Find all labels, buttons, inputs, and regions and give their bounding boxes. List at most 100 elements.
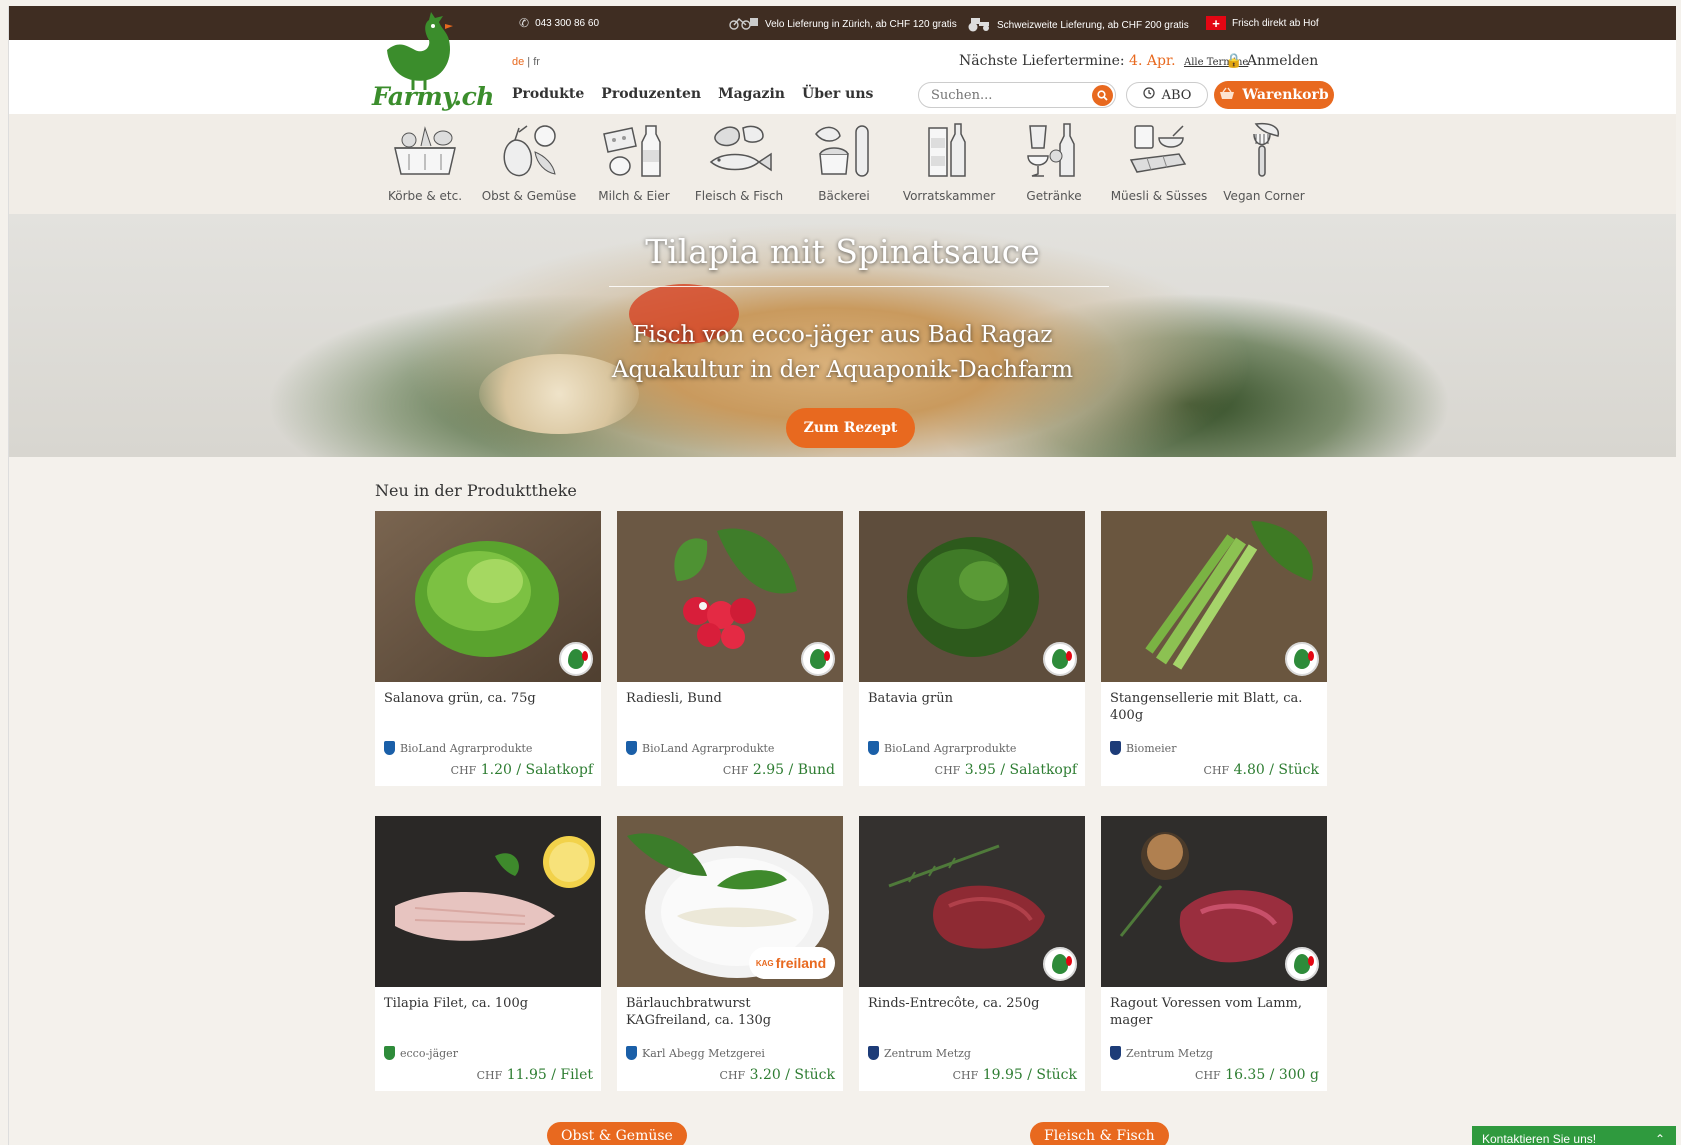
muesli-sweets-icon: [1129, 125, 1187, 173]
phone-info[interactable]: ✆ 043 300 86 60: [519, 16, 599, 30]
category-label: Getränke: [1026, 189, 1082, 203]
cart-button[interactable]: Warenkorb: [1214, 81, 1334, 109]
category-koerbe[interactable]: Körbe & etc.: [375, 120, 475, 203]
product-card[interactable]: Stangensellerie mit Blatt, ca. 400g Biom…: [1101, 511, 1327, 786]
hero-subtitle-2: Aquakultur in der Aquaponik-Dachfarm: [611, 357, 1074, 383]
product-card[interactable]: Rinds-Entrecôte, ca. 250g Zentrum Metzg …: [859, 816, 1085, 1091]
product-name[interactable]: Rinds-Entrecôte, ca. 250g: [868, 995, 1078, 1012]
product-producer[interactable]: ecco-jäger: [384, 1046, 458, 1060]
category-getraenke[interactable]: Getränke: [1004, 120, 1104, 203]
product-producer[interactable]: BioLand Agrarprodukte: [384, 741, 532, 755]
product-name[interactable]: Ragout Voressen vom Lamm, mager: [1110, 995, 1320, 1029]
login-label: Anmelden: [1246, 53, 1319, 69]
category-bar: Körbe & etc. Obst & Gemüse Milch & Eier: [9, 114, 1676, 214]
product-card[interactable]: Ragout Voressen vom Lamm, mager Zentrum …: [1101, 816, 1327, 1091]
logo-text[interactable]: Farmy.ch: [372, 82, 494, 111]
category-vorratskammer[interactable]: Vorratskammer: [899, 120, 999, 203]
product-price: CHF 4.80 / Stück: [1204, 762, 1319, 778]
product-producer[interactable]: BioLand Agrarprodukte: [868, 741, 1016, 755]
swiss-flag-icon: +: [1206, 16, 1226, 30]
lang-de[interactable]: de: [512, 56, 524, 68]
price-currency: CHF: [934, 764, 961, 777]
nav-produkte[interactable]: Produkte: [512, 86, 584, 102]
category-mueesli-suesses[interactable]: Müesli & Süsses: [1109, 120, 1209, 203]
nav-ueber-uns[interactable]: Über uns: [802, 86, 873, 102]
main-nav: Produkte Produzenten Magazin Über uns: [512, 86, 873, 102]
producer-name: Zentrum Metzg: [884, 1046, 971, 1060]
kag-prefix: KAG: [755, 958, 774, 968]
swiss-delivery-text: Schweizweite Lieferung, ab CHF 200 grati…: [997, 20, 1189, 31]
abo-label: ABO: [1161, 87, 1192, 103]
hero-banner: Tilapia mit Spinatsauce Fisch von ecco-j…: [9, 214, 1676, 457]
recipe-button[interactable]: Zum Rezept: [786, 408, 915, 448]
organic-badge-icon: [801, 642, 835, 676]
delivery-dates: Nächste Liefertermine: 4. Apr. Alle Term…: [959, 53, 1248, 69]
product-name[interactable]: Tilapia Filet, ca. 100g: [384, 995, 594, 1012]
fruit-vegetable-icon: [503, 125, 556, 177]
nav-magazin[interactable]: Magazin: [718, 86, 785, 102]
category-label: Obst & Gemüse: [481, 189, 577, 203]
product-producer[interactable]: BioLand Agrarprodukte: [626, 741, 774, 755]
price-currency: CHF: [1195, 1069, 1221, 1082]
price-currency: CHF: [722, 764, 749, 777]
product-name[interactable]: Bärlauchbratwurst KAGfreiland, ca. 130g: [626, 995, 836, 1029]
product-card[interactable]: Tilapia Filet, ca. 100g ecco-jäger CHF 1…: [375, 816, 601, 1091]
canton-shield-icon: [384, 1046, 395, 1060]
category-button-fleisch-fisch[interactable]: Fleisch & Fisch: [1030, 1122, 1169, 1145]
price-currency: CHF: [476, 1069, 503, 1082]
abo-button[interactable]: ABO: [1126, 82, 1208, 108]
product-card[interactable]: Batavia grün BioLand Agrarprodukte CHF 3…: [859, 511, 1085, 786]
lang-separator: |: [524, 56, 534, 68]
price-value: 16.35 / 300 g: [1225, 1067, 1319, 1083]
product-producer[interactable]: Zentrum Metzg: [1110, 1046, 1213, 1060]
product-producer[interactable]: Karl Abegg Metzgerei: [626, 1046, 765, 1060]
lock-icon: 🔒: [1225, 53, 1243, 69]
phone-icon: ✆: [519, 16, 530, 30]
product-price: CHF 16.35 / 300 g: [1195, 1067, 1319, 1083]
vegan-icon: [1253, 122, 1280, 177]
product-name[interactable]: Batavia grün: [868, 690, 1078, 707]
price-value: 3.95 / Salatkopf: [964, 762, 1077, 778]
category-button-obst-gemuese[interactable]: Obst & Gemüse: [547, 1122, 687, 1145]
product-producer[interactable]: Zentrum Metzg: [868, 1046, 971, 1060]
kag-freiland-badge: KAG freiland: [749, 947, 835, 979]
price-value: 1.20 / Salatkopf: [480, 762, 593, 778]
product-name[interactable]: Salanova grün, ca. 75g: [384, 690, 594, 707]
product-name[interactable]: Radiesli, Bund: [626, 690, 836, 707]
category-label: Vegan Corner: [1223, 189, 1305, 203]
product-card[interactable]: Salanova grün, ca. 75g BioLand Agrarprod…: [375, 511, 601, 786]
contact-widget[interactable]: Kontaktieren Sie uns! ⌃: [1472, 1126, 1676, 1145]
category-baeckerei[interactable]: Bäckerei: [794, 120, 894, 203]
price-currency: CHF: [450, 764, 477, 777]
nav-produzenten[interactable]: Produzenten: [601, 86, 701, 102]
clock-icon: [1142, 87, 1155, 103]
category-fleisch-fisch[interactable]: Fleisch & Fisch: [689, 120, 789, 203]
price-currency: CHF: [1203, 764, 1230, 777]
product-price: CHF 2.95 / Bund: [723, 762, 835, 778]
category-obst-gemuese[interactable]: Obst & Gemüse: [479, 120, 579, 203]
product-card[interactable]: Radiesli, Bund BioLand Agrarprodukte CHF…: [617, 511, 843, 786]
top-info-bar: ✆ 043 300 86 60 Velo Lieferung in Zürich…: [9, 6, 1676, 40]
hero-divider: [609, 286, 1109, 287]
language-switch: de | fr: [512, 56, 540, 68]
phone-number: 043 300 86 60: [535, 17, 600, 29]
producer-name: BioLand Agrarprodukte: [884, 741, 1017, 755]
lang-fr[interactable]: fr: [533, 56, 540, 68]
category-label: Fleisch & Fisch: [694, 189, 784, 203]
product-image[interactable]: [375, 816, 601, 987]
section-title: Neu in der Produkttheke: [375, 481, 577, 500]
product-card[interactable]: KAG freiland Bärlauchbratwurst KAGfreilan…: [617, 816, 843, 1091]
product-name[interactable]: Stangensellerie mit Blatt, ca. 400g: [1110, 690, 1320, 724]
canton-shield-icon: [626, 1046, 637, 1060]
price-value: 3.20 / Stück: [749, 1067, 835, 1083]
producer-name: Zentrum Metzg: [1126, 1046, 1213, 1060]
page: ✆ 043 300 86 60 Velo Lieferung in Zürich…: [8, 6, 1676, 1145]
category-vegan-corner[interactable]: Vegan Corner: [1214, 120, 1314, 203]
search-icon[interactable]: [1092, 85, 1113, 106]
category-milch-eier[interactable]: Milch & Eier: [584, 120, 684, 203]
velo-info: Velo Lieferung in Zürich, ab CHF 120 gra…: [729, 16, 957, 33]
canton-shield-icon: [1110, 741, 1121, 755]
search-input[interactable]: [931, 83, 1091, 107]
login-link[interactable]: 🔒 Anmelden: [1225, 53, 1318, 69]
product-producer[interactable]: Biomeier: [1110, 741, 1176, 755]
